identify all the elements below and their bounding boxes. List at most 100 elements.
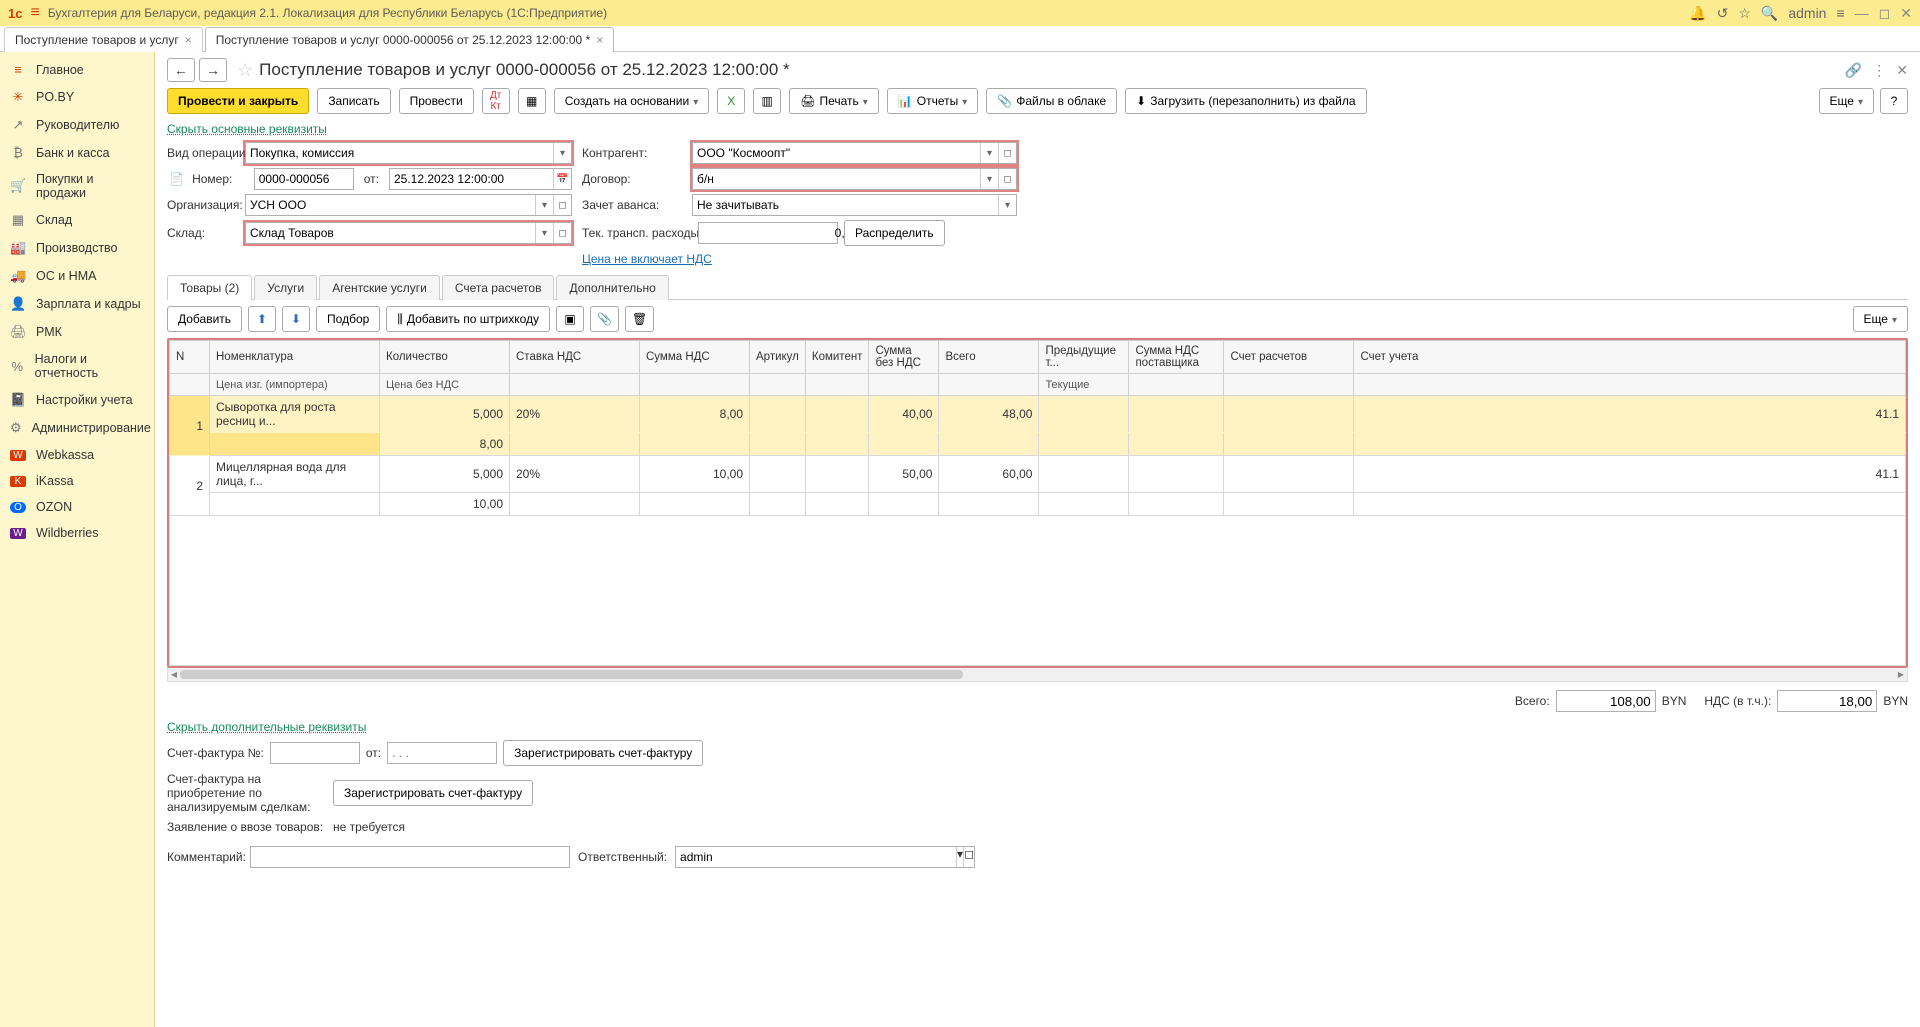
th-vatsum[interactable]: Сумма НДС (640, 341, 750, 374)
table-row[interactable]: 1 Сыворотка для роста ресниц и... 5,000 … (170, 396, 1906, 433)
dropdown-icon[interactable]: ▾ (553, 143, 571, 163)
nav-production[interactable]: 🏭Производство (0, 234, 154, 262)
hide-extra-link[interactable]: Скрыть дополнительные реквизиты (167, 720, 366, 734)
tab-close-icon[interactable]: × (596, 33, 603, 47)
cell-wovat[interactable]: 40,00 (869, 396, 939, 433)
tab-accounts[interactable]: Счета расчетов (442, 275, 555, 300)
post-button[interactable]: Провести (399, 88, 474, 114)
comment-input[interactable] (251, 847, 569, 867)
search-icon[interactable]: 🔍 (1761, 5, 1778, 22)
warehouse-field[interactable]: ▾ ◻ (245, 222, 572, 244)
advance-input[interactable] (693, 195, 998, 215)
cell-vatsum[interactable]: 8,00 (640, 396, 750, 433)
nav-settings[interactable]: 📓Настройки учета (0, 386, 154, 414)
help-button[interactable]: ? (1880, 88, 1908, 114)
th-art[interactable]: Артикул (750, 341, 806, 374)
th-prev[interactable]: Предыдущие т... (1039, 341, 1129, 374)
cell-priceimp[interactable] (210, 433, 380, 456)
th-acc[interactable]: Счет расчетов (1224, 341, 1354, 374)
cell-name[interactable]: Сыворотка для роста ресниц и... (210, 396, 380, 433)
nav-ikassa[interactable]: KiKassa (0, 468, 154, 494)
star-icon[interactable]: ☆ (1738, 5, 1751, 22)
distribute-button[interactable]: Распределить (844, 220, 945, 246)
cell-wovat[interactable]: 50,00 (869, 456, 939, 493)
org-field[interactable]: ▾ ◻ (245, 194, 572, 216)
open-icon[interactable]: ◻ (963, 847, 974, 867)
table-empty-area[interactable] (169, 516, 1906, 666)
cell-total[interactable]: 60,00 (939, 456, 1039, 493)
create-based-button[interactable]: Создать на основании (554, 88, 710, 114)
cell-total[interactable]: 48,00 (939, 396, 1039, 433)
nav-wildberries[interactable]: WWildberries (0, 520, 154, 546)
th-current[interactable]: Текущие (1039, 374, 1129, 396)
cell-pricenovat[interactable]: 10,00 (380, 493, 510, 516)
nav-salary[interactable]: 👤Зарплата и кадры (0, 290, 154, 318)
more-button[interactable]: Еще (1819, 88, 1874, 114)
th-vat[interactable]: Ставка НДС (510, 341, 640, 374)
cell-kom[interactable] (805, 396, 869, 433)
burger-icon[interactable]: ≡ (30, 4, 39, 22)
cell-suppvat[interactable] (1129, 456, 1224, 493)
nav-assets[interactable]: 🚚ОС и НМА (0, 262, 154, 290)
nav-main[interactable]: ≡Главное (0, 56, 154, 83)
forward-button[interactable]: → (199, 58, 227, 82)
table-more-button[interactable]: Еще (1853, 306, 1908, 332)
comment-field[interactable] (250, 846, 570, 868)
cell-art[interactable] (750, 456, 806, 493)
scroll-right-icon[interactable]: ▶ (1895, 668, 1907, 681)
delete-button[interactable]: 🗑 (625, 306, 654, 332)
open-icon[interactable]: ◻ (998, 143, 1016, 163)
th-pricenovat[interactable]: Цена без НДС (380, 374, 510, 396)
move-down-button[interactable]: ⬇ (282, 306, 310, 332)
tab-agent[interactable]: Агентские услуги (319, 275, 440, 300)
nav-ozon[interactable]: ОOZON (0, 494, 154, 520)
date-input[interactable] (390, 169, 553, 189)
th-acct[interactable]: Счет учета (1354, 341, 1906, 374)
more-icon[interactable]: ⋮ (1872, 62, 1886, 79)
cell-pricenovat[interactable]: 8,00 (380, 433, 510, 456)
transport-field[interactable]: ▦ (698, 222, 838, 244)
table-row-sub[interactable]: 8,00 (170, 433, 1906, 456)
th-qty[interactable]: Количество (380, 341, 510, 374)
nav-manager[interactable]: ↗Руководителю (0, 111, 154, 139)
dropdown-icon[interactable]: ▾ (535, 195, 553, 215)
cell-acc[interactable] (1224, 456, 1354, 493)
cell-prev[interactable] (1039, 456, 1129, 493)
dropdown-icon[interactable]: ▾ (535, 223, 553, 243)
calendar-icon[interactable]: 📅 (553, 169, 571, 189)
nav-warehouse[interactable]: ▦Склад (0, 206, 154, 234)
cell-acc[interactable] (1224, 396, 1354, 433)
cell-art[interactable] (750, 396, 806, 433)
load-file-button[interactable]: ⬇Загрузить (перезаполнить) из файла (1125, 88, 1366, 114)
settings-icon[interactable]: ≡ (1836, 5, 1844, 21)
tab-extra[interactable]: Дополнительно (556, 275, 668, 300)
nav-taxes[interactable]: %Налоги и отчетность (0, 346, 154, 386)
date-field[interactable]: 📅 (389, 168, 572, 190)
barcode-button[interactable]: ⫼Добавить по штрихкоду (386, 306, 550, 332)
cell-vatsum[interactable]: 10,00 (640, 456, 750, 493)
cloud-files-button[interactable]: 📎Файлы в облаке (986, 88, 1117, 114)
cell-kom[interactable] (805, 456, 869, 493)
transport-input[interactable] (699, 223, 862, 243)
doc-tab[interactable]: Поступление товаров и услуг × (4, 27, 203, 52)
cell-qty[interactable]: 5,000 (380, 396, 510, 433)
cell-qty[interactable]: 5,000 (380, 456, 510, 493)
price-mode-link[interactable]: Цена не включает НДС (582, 252, 712, 266)
cell-vat[interactable]: 20% (510, 396, 640, 433)
close-icon[interactable]: ✕ (1900, 5, 1912, 22)
responsible-field[interactable]: ▾ ◻ (675, 846, 975, 868)
minimize-icon[interactable]: — (1855, 5, 1869, 21)
responsible-input[interactable] (676, 847, 956, 867)
close-doc-icon[interactable]: ✕ (1896, 62, 1908, 79)
history-icon[interactable]: ↺ (1717, 5, 1729, 22)
table-row-sub[interactable]: 10,00 (170, 493, 1906, 516)
attach-button[interactable]: 📎 (590, 306, 619, 332)
hide-main-link[interactable]: Скрыть основные реквизиты (167, 122, 327, 136)
th-wovat[interactable]: Сумма без НДС (869, 341, 939, 374)
advance-field[interactable]: ▾ (692, 194, 1017, 216)
xml-button[interactable]: ▥ (753, 88, 781, 114)
register-acq-invoice-button[interactable]: Зарегистрировать счет-фактуру (333, 780, 533, 806)
user-label[interactable]: admin (1788, 5, 1826, 21)
back-button[interactable]: ← (167, 58, 195, 82)
edit-button[interactable]: ▣ (556, 306, 584, 332)
